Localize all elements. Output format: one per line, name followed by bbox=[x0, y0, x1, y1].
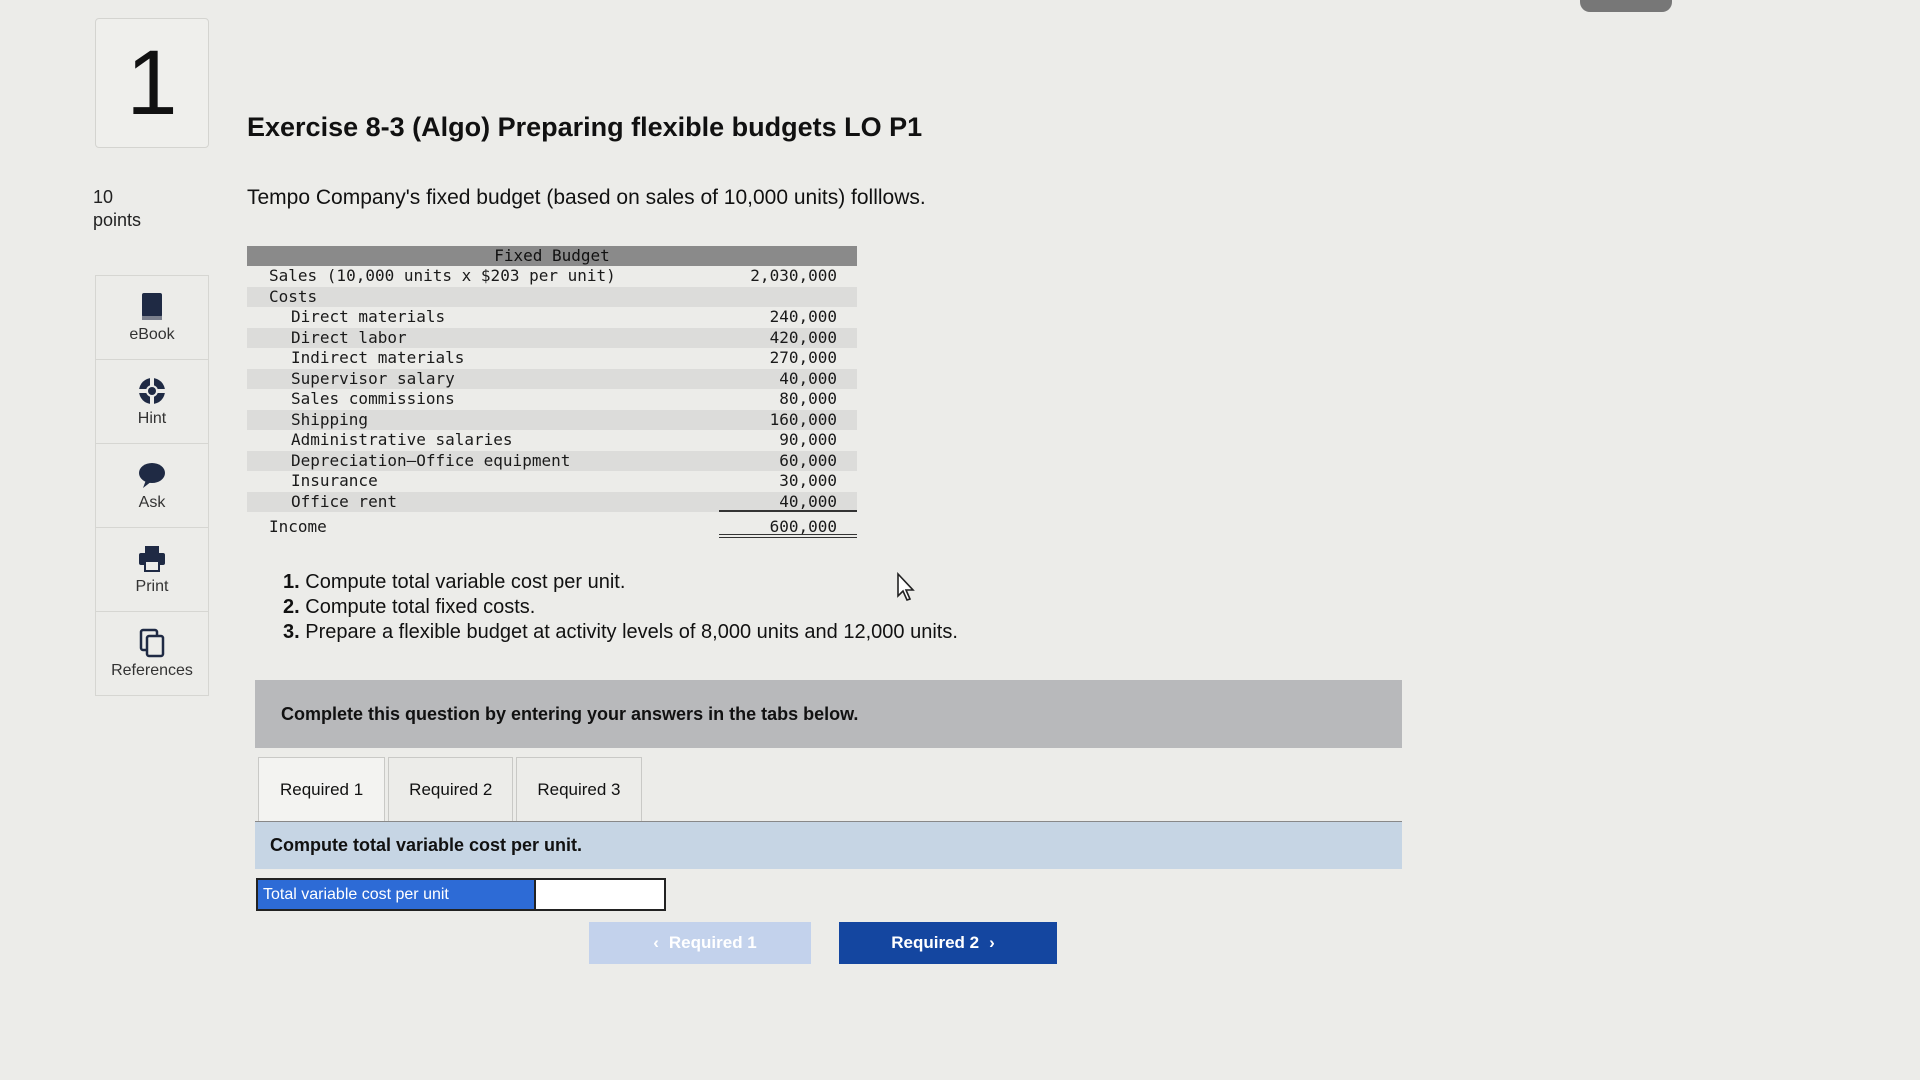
row-value: 420,000 bbox=[769, 327, 837, 347]
row-label: Insurance bbox=[291, 471, 378, 490]
fixed-budget-table: Fixed Budget Sales (10,000 units x $203 … bbox=[247, 246, 857, 538]
tool-sidebar: eBook Hint Ask Print References bbox=[95, 275, 209, 696]
row-value: 240,000 bbox=[769, 307, 837, 326]
question-number: 1 bbox=[95, 18, 209, 148]
budget-header: Fixed Budget bbox=[247, 246, 857, 266]
row-label: Administrative salaries bbox=[291, 430, 513, 449]
row-value: 40,000 bbox=[779, 368, 837, 388]
row-value: 2,030,000 bbox=[750, 266, 837, 285]
row-value: 160,000 bbox=[769, 409, 837, 429]
answer-label: Total variable cost per unit bbox=[258, 880, 534, 909]
next-label: Required 2 bbox=[891, 933, 980, 952]
row-value: 80,000 bbox=[779, 389, 837, 408]
instructions-banner: Complete this question by entering your … bbox=[255, 680, 1402, 748]
references-icon bbox=[139, 628, 165, 657]
print-button[interactable]: Print bbox=[95, 528, 209, 612]
budget-row-cost: Direct materials 240,000 bbox=[247, 307, 857, 328]
budget-row-cost: Office rent 40,000 bbox=[247, 491, 857, 512]
ask-button[interactable]: Ask bbox=[95, 444, 209, 528]
ask-label: Ask bbox=[138, 493, 166, 511]
row-label: Depreciation—Office equipment bbox=[291, 450, 571, 470]
task-list: 1. Compute total variable cost per unit.… bbox=[283, 570, 958, 645]
task-item: 3. Prepare a flexible budget at activity… bbox=[283, 621, 958, 643]
row-label: Indirect materials bbox=[291, 348, 465, 367]
task-item: 2. Compute total fixed costs. bbox=[283, 596, 536, 618]
tab-required-2[interactable]: Required 2 bbox=[388, 757, 514, 822]
row-label: Income bbox=[269, 517, 327, 536]
row-label: Costs bbox=[269, 286, 318, 306]
hint-label: Hint bbox=[137, 409, 167, 427]
ask-icon bbox=[139, 462, 165, 488]
row-label: Direct labor bbox=[291, 327, 407, 347]
print-label: Print bbox=[135, 577, 169, 595]
task-item: 1. Compute total variable cost per unit. bbox=[283, 571, 626, 593]
budget-row-cost: Direct labor 420,000 bbox=[247, 327, 857, 348]
references-label: References bbox=[111, 661, 193, 679]
row-label: Supervisor salary bbox=[291, 368, 455, 388]
answer-row: Total variable cost per unit bbox=[256, 878, 666, 911]
row-value: 60,000 bbox=[779, 450, 837, 470]
prev-label: Required 1 bbox=[668, 933, 757, 952]
row-label: Direct materials bbox=[291, 307, 446, 326]
budget-row-income: Income 600,000 bbox=[247, 517, 857, 538]
mouse-pointer-icon bbox=[897, 572, 915, 601]
budget-row-sales: Sales (10,000 units x $203 per unit) 2,0… bbox=[247, 266, 857, 287]
row-value: 90,000 bbox=[779, 430, 837, 449]
variable-cost-input[interactable] bbox=[534, 880, 664, 909]
tab-required-1[interactable]: Required 1 bbox=[258, 757, 386, 822]
row-value: 40,000 bbox=[719, 492, 857, 512]
budget-row-cost: Insurance 30,000 bbox=[247, 471, 857, 492]
row-label: Sales (10,000 units x $203 per unit) bbox=[269, 266, 616, 285]
exercise-title: Exercise 8-3 (Algo) Preparing flexible b… bbox=[247, 112, 923, 142]
points-info: 10 points bbox=[93, 186, 141, 232]
chevron-right-icon: › bbox=[989, 933, 995, 952]
hint-button[interactable]: Hint bbox=[95, 360, 209, 444]
budget-row-cost: Supervisor salary 40,000 bbox=[247, 368, 857, 389]
intro-text: Tempo Company's fixed budget (based on s… bbox=[247, 186, 926, 209]
points-value: 10 bbox=[93, 187, 114, 207]
required-tabs: Required 1 Required 2 Required 3 bbox=[258, 757, 645, 822]
print-icon bbox=[139, 545, 165, 572]
top-tab-handle bbox=[1580, 0, 1672, 12]
prev-required-button[interactable]: ‹ Required 1 bbox=[589, 922, 811, 964]
row-value: 30,000 bbox=[779, 471, 837, 490]
ebook-label: eBook bbox=[129, 325, 175, 343]
row-label: Sales commissions bbox=[291, 389, 455, 408]
row-value: 600,000 bbox=[719, 517, 857, 538]
budget-row-cost: Depreciation—Office equipment 60,000 bbox=[247, 450, 857, 471]
budget-row-cost: Indirect materials 270,000 bbox=[247, 348, 857, 369]
budget-row-costs: Costs bbox=[247, 286, 857, 307]
row-label: Office rent bbox=[291, 491, 397, 511]
budget-row-cost: Administrative salaries 90,000 bbox=[247, 430, 857, 451]
next-required-button[interactable]: Required 2 › bbox=[839, 922, 1057, 964]
chevron-left-icon: ‹ bbox=[653, 933, 659, 952]
points-label: points bbox=[93, 210, 142, 230]
row-label: Shipping bbox=[291, 409, 369, 429]
hint-icon bbox=[139, 377, 165, 404]
budget-row-cost: Sales commissions 80,000 bbox=[247, 389, 857, 410]
budget-row-cost: Shipping 160,000 bbox=[247, 409, 857, 430]
tab-instruction: Compute total variable cost per unit. bbox=[255, 822, 1402, 869]
tab-required-3[interactable]: Required 3 bbox=[516, 757, 642, 822]
row-value: 270,000 bbox=[769, 348, 837, 367]
ebook-icon bbox=[142, 292, 162, 320]
references-button[interactable]: References bbox=[95, 612, 209, 696]
ebook-button[interactable]: eBook bbox=[95, 275, 209, 360]
